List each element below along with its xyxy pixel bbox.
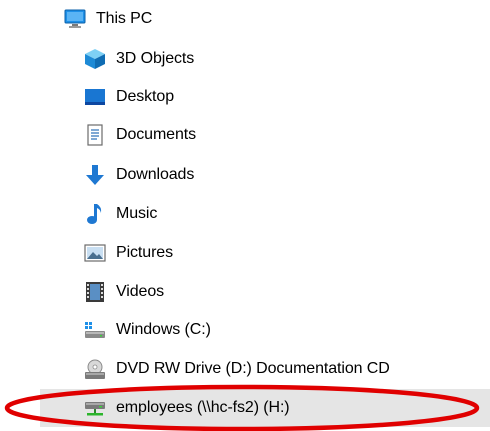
computer-icon: [64, 8, 86, 30]
tree-item-label: Music: [116, 205, 158, 222]
tree-item-music[interactable]: Music: [84, 197, 157, 231]
tree-item-label: 3D Objects: [116, 50, 195, 67]
tree-item-label: Windows (C:): [116, 321, 211, 338]
tree-item-label: Desktop: [116, 88, 174, 105]
tree-item-documents[interactable]: Documents: [84, 118, 196, 152]
videos-icon: [84, 281, 106, 303]
tree-item-label: Videos: [116, 283, 165, 300]
tree-item-desktop[interactable]: Desktop: [84, 80, 174, 114]
network-drive-icon: [84, 397, 106, 419]
tree-item-label: Downloads: [116, 166, 195, 183]
tree-item-label: employees (\\hc-fs2) (H:): [116, 399, 290, 416]
downloads-icon: [84, 164, 106, 186]
navigation-tree: This PC 3D Objects Desktop Documents Dow…: [0, 0, 490, 431]
pictures-icon: [84, 242, 106, 264]
desktop-icon: [84, 86, 106, 108]
dvd-drive-icon: [84, 358, 106, 380]
tree-item-downloads[interactable]: Downloads: [84, 158, 194, 192]
tree-item-label: Documents: [116, 126, 197, 143]
documents-icon: [84, 124, 106, 146]
tree-item-employees-h[interactable]: employees (\\hc-fs2) (H:): [84, 391, 290, 425]
tree-item-3d-objects[interactable]: 3D Objects: [84, 42, 194, 76]
tree-item-label: DVD RW Drive (D:) Documentation CD: [116, 360, 390, 377]
tree-item-pictures[interactable]: Pictures: [84, 236, 173, 270]
tree-item-videos[interactable]: Videos: [84, 275, 164, 309]
music-icon: [84, 203, 106, 225]
tree-item-label: This PC: [96, 10, 153, 27]
tree-item-label: Pictures: [116, 244, 173, 261]
3d-objects-icon: [84, 48, 106, 70]
windows-drive-icon: [84, 319, 106, 341]
tree-item-this-pc[interactable]: This PC: [64, 2, 152, 36]
tree-item-dvd-drive[interactable]: DVD RW Drive (D:) Documentation CD: [84, 352, 390, 386]
tree-item-windows-c[interactable]: Windows (C:): [84, 313, 211, 347]
